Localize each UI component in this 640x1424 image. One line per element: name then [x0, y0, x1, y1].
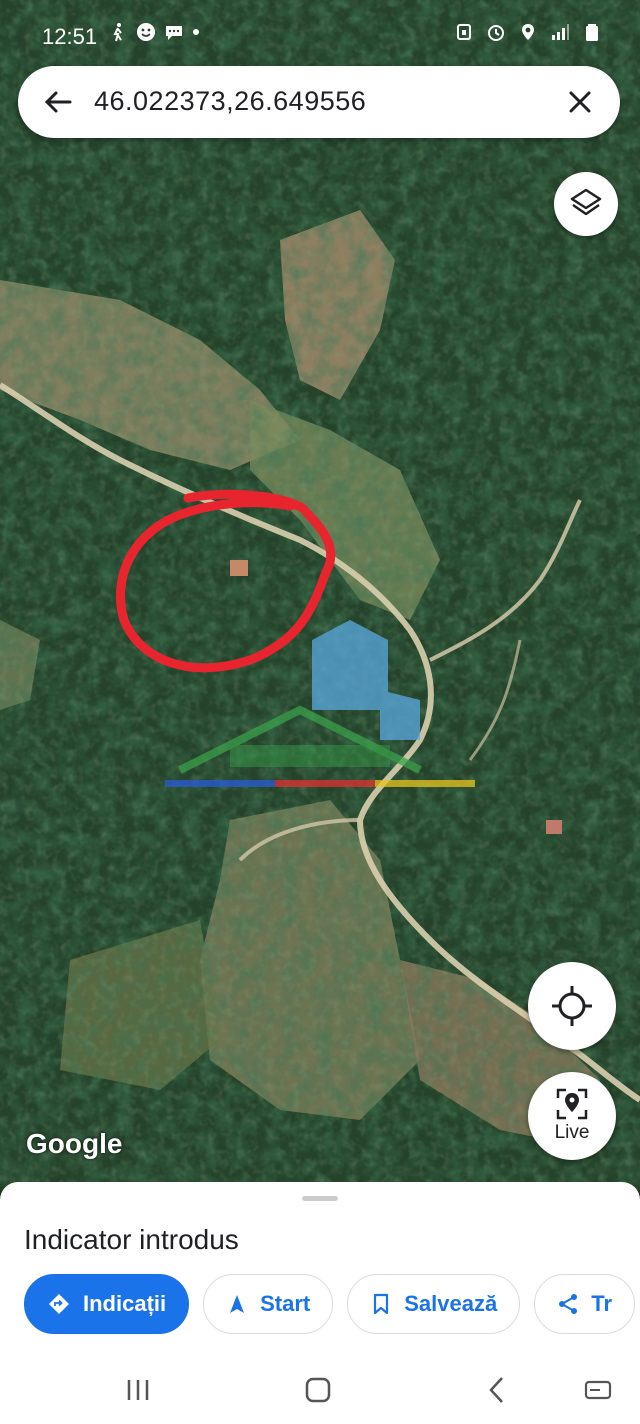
drag-handle[interactable] — [302, 1196, 338, 1201]
notification-dot-icon — [193, 29, 199, 35]
start-label: Start — [260, 1291, 311, 1316]
building — [230, 560, 248, 576]
directions-button[interactable]: Indicații — [24, 1274, 190, 1334]
share-button[interactable]: Tr — [534, 1274, 636, 1334]
status-bar: 12:51 — [0, 0, 640, 60]
live-label: Live — [554, 1122, 590, 1143]
place-title: Indicator introdus — [24, 1224, 239, 1255]
action-chips: Indicații Start Salvează Tr — [24, 1274, 636, 1334]
home-icon[interactable] — [298, 1370, 338, 1410]
search-query[interactable]: 46.022373,26.649556 — [94, 86, 366, 117]
google-attribution: Google — [26, 1128, 123, 1159]
start-button[interactable]: Start — [203, 1274, 334, 1334]
recent-apps-icon[interactable] — [118, 1370, 158, 1410]
directions-icon — [49, 1294, 69, 1314]
alarm-icon — [488, 25, 504, 41]
keyboard-toggle-icon[interactable] — [578, 1370, 618, 1410]
live-view-button[interactable]: Live — [528, 1072, 616, 1160]
my-location-button[interactable] — [528, 962, 616, 1050]
system-nav-bar — [0, 1356, 640, 1424]
save-label: Salvează — [404, 1291, 498, 1316]
status-icons-right — [454, 22, 602, 42]
layers-icon — [570, 188, 602, 216]
close-icon[interactable] — [562, 84, 598, 120]
nfc-icon — [457, 24, 471, 40]
building — [546, 820, 562, 834]
status-time: 12:51 — [42, 24, 98, 49]
back-arrow-icon[interactable] — [40, 84, 76, 120]
signal-icon — [552, 24, 569, 40]
back-icon[interactable] — [478, 1370, 518, 1410]
chat-icon — [166, 26, 182, 40]
location-icon — [522, 24, 534, 40]
status-icons-left — [108, 22, 200, 42]
share-label: Tr — [591, 1291, 613, 1316]
directions-label: Indicații — [83, 1291, 167, 1316]
emoji-icon — [137, 23, 155, 41]
bookmark-icon — [374, 1293, 389, 1315]
walking-icon — [113, 23, 122, 42]
search-bar[interactable]: 46.022373,26.649556 — [18, 66, 620, 138]
save-button[interactable]: Salvează — [347, 1274, 521, 1334]
battery-icon — [586, 24, 598, 41]
crosshair-icon — [552, 986, 592, 1026]
layers-button[interactable] — [554, 172, 618, 236]
live-view-icon — [556, 1088, 588, 1120]
navigation-arrow-icon — [230, 1295, 245, 1313]
share-icon — [559, 1294, 578, 1314]
